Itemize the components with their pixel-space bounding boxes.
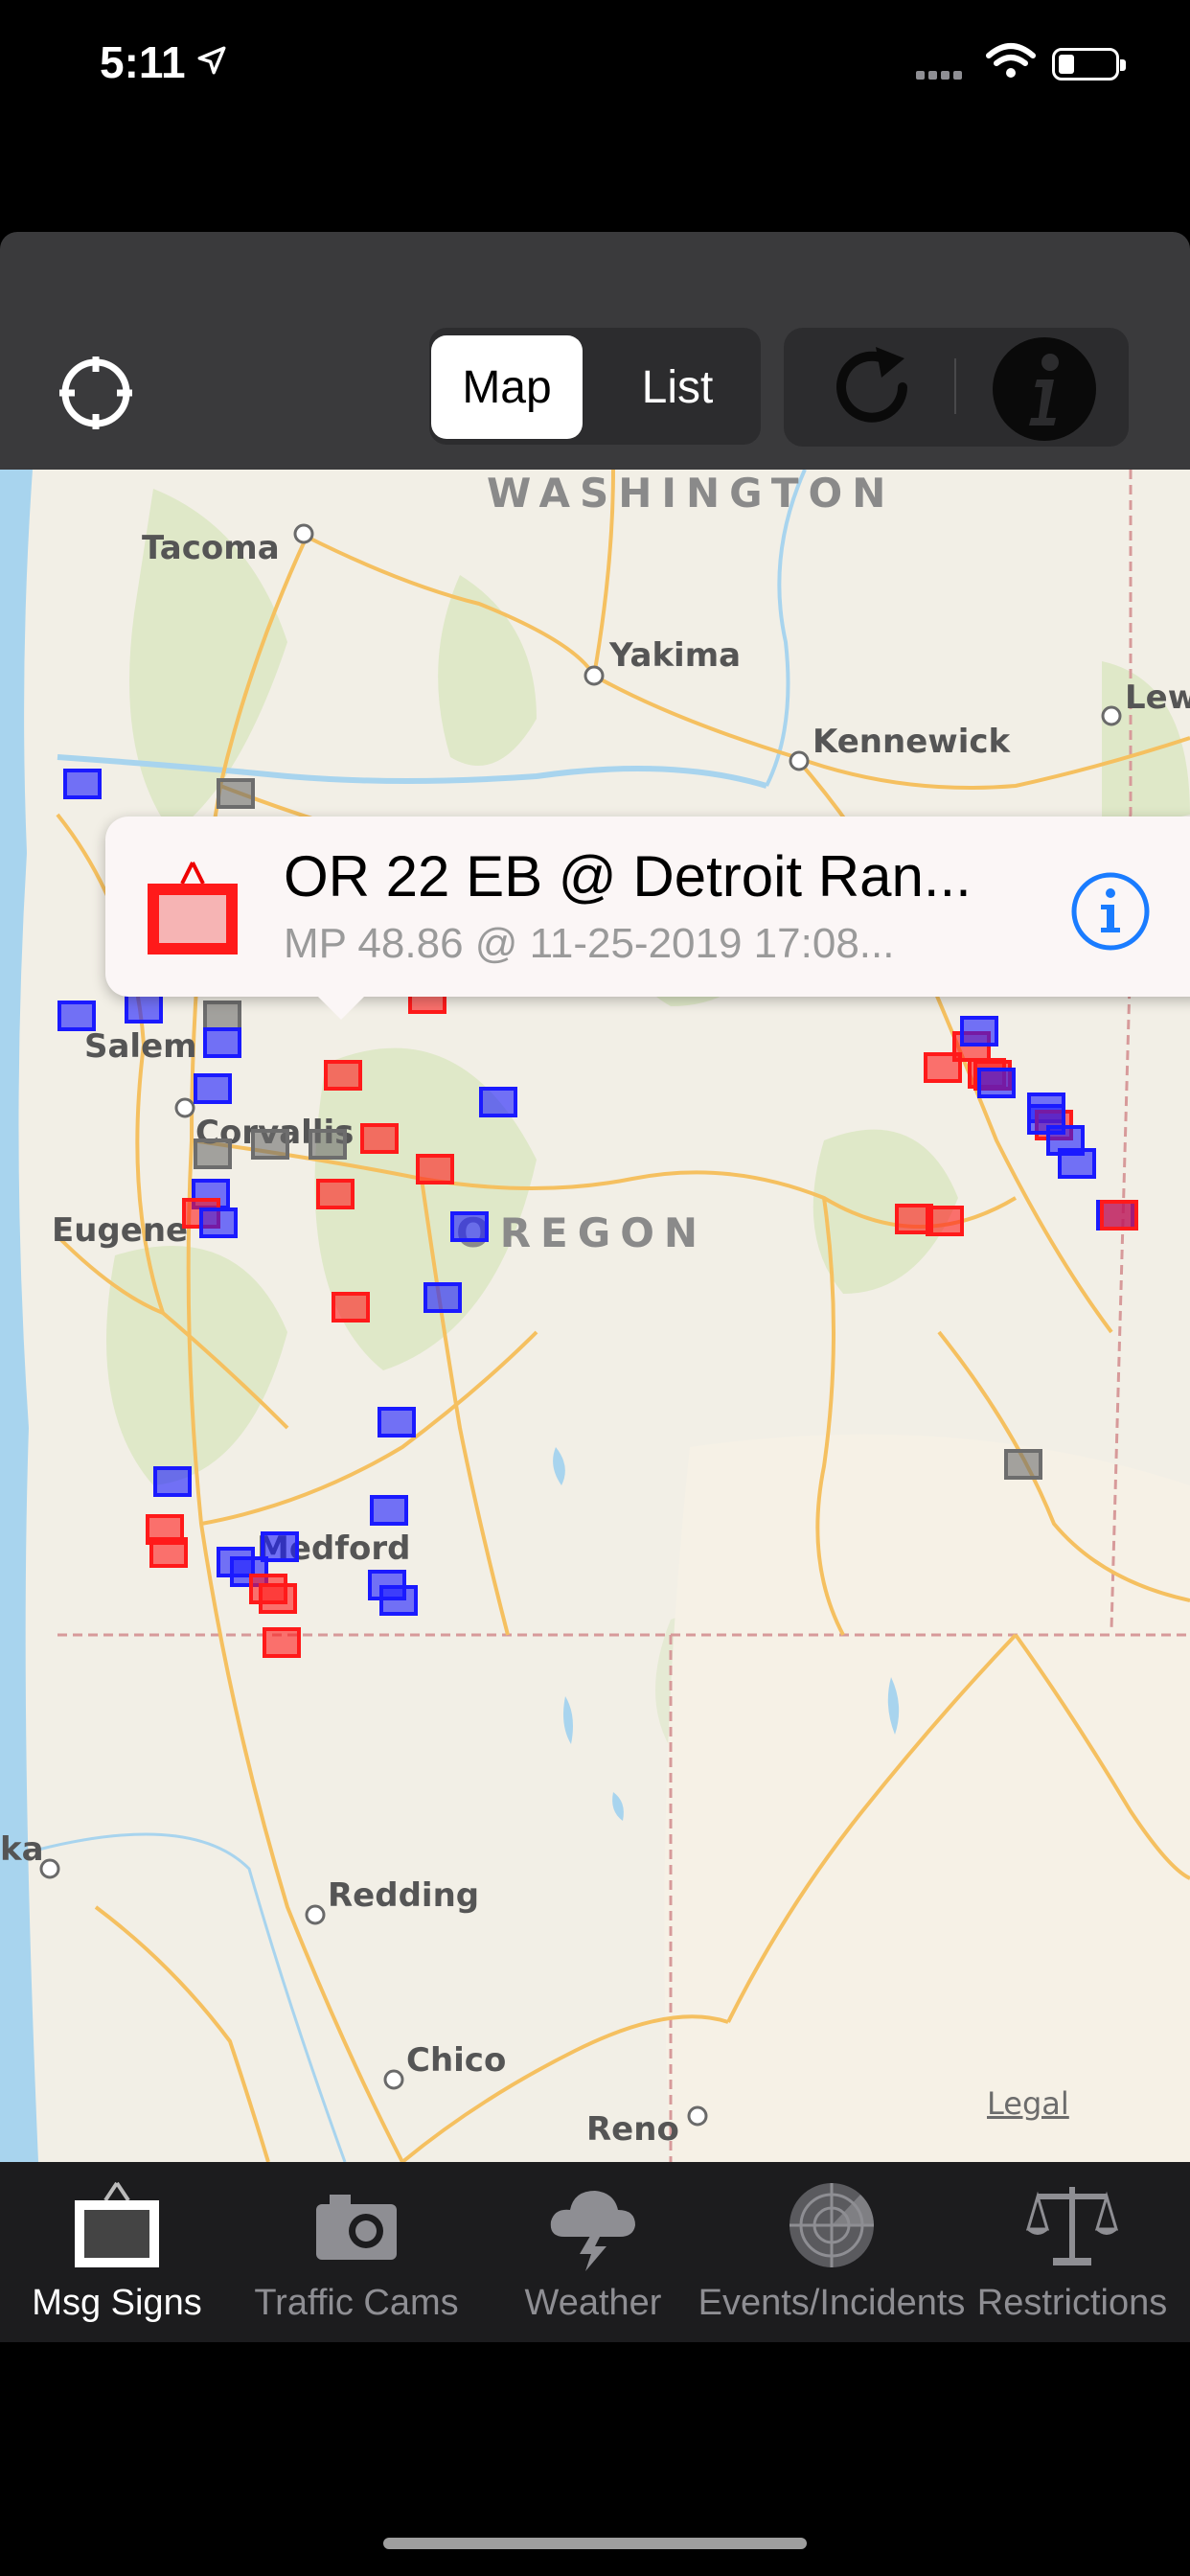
sign-marker[interactable] [1058,1148,1096,1179]
city-label: Salem [84,1027,197,1066]
sign-marker[interactable] [977,1068,1016,1098]
home-indicator [383,2538,807,2549]
toolbar-divider [954,358,956,414]
refresh-icon[interactable] [822,337,922,437]
sign-marker[interactable] [149,1537,188,1568]
sign-marker[interactable] [360,1123,399,1154]
callout-pointer [314,993,368,1020]
city-label: Yakima [609,636,742,675]
camera-icon [316,2195,397,2260]
storm-cloud-icon [550,2191,635,2271]
state-label-oregon: OREGON [456,1209,708,1256]
message-sign-icon [75,2181,159,2267]
segment-map-button[interactable]: Map [431,335,583,439]
info-icon[interactable] [991,335,1098,443]
map-view[interactable]: WASHINGTON OREGON Tacoma Yakima Kennewic… [0,470,1190,2162]
sign-marker[interactable] [251,1129,289,1160]
city-label: Kennewick [812,723,1011,761]
sign-marker[interactable] [125,993,163,1024]
sign-marker[interactable] [324,1060,362,1091]
sign-marker[interactable] [63,769,102,799]
sign-marker[interactable] [203,1027,241,1058]
state-label-washington: WASHINGTON [487,470,896,517]
city-label: Tacoma [142,529,280,567]
sign-marker[interactable] [153,1466,192,1497]
tab-label: Restrictions [976,2283,1168,2323]
sign-marker[interactable] [1100,1200,1138,1230]
battery-icon [1052,48,1126,80]
sign-marker[interactable] [316,1179,355,1209]
legal-link[interactable]: Legal [987,2085,1069,2122]
city-label: Redding [328,1876,480,1915]
tab-restrictions[interactable]: Restrictions [962,2177,1182,2340]
city-label: Eugene [52,1211,189,1250]
tab-label: Traffic Cams [254,2283,459,2323]
sign-marker[interactable] [1027,1104,1065,1135]
city-label: Chico [406,2041,507,2080]
tab-label: Events/Incidents [698,2283,966,2323]
callout-subtitle: MP 48.86 @ 11-25-2019 17:08... [284,920,895,967]
sign-marker[interactable] [194,1138,232,1169]
sign-marker[interactable] [423,1282,462,1313]
sign-marker[interactable] [332,1292,370,1322]
cellular-signal-icon [916,67,966,84]
segment-list-button[interactable]: List [606,335,749,439]
sign-marker[interactable] [217,778,255,809]
city-label: Lew [1125,678,1190,717]
crosshair-icon[interactable] [56,353,136,433]
sign-marker[interactable] [416,1154,454,1184]
sign-marker[interactable] [370,1495,408,1526]
callout-title: OR 22 EB @ Detroit Ran... [284,844,972,908]
sign-marker[interactable] [960,1016,998,1046]
tab-msg-signs[interactable]: Msg Signs [10,2177,224,2340]
sign-marker[interactable] [926,1206,964,1236]
tab-label: Msg Signs [32,2283,202,2323]
city-label: ka [0,1830,44,1869]
sign-marker[interactable] [479,1087,517,1117]
message-sign-icon [148,862,238,954]
info-circle-icon[interactable] [1069,870,1152,953]
sign-marker[interactable] [309,1129,347,1160]
sign-marker[interactable] [194,1073,232,1104]
wifi-icon [986,43,1036,78]
sign-marker[interactable] [263,1627,301,1658]
tab-events-incidents[interactable]: Events/Incidents [698,2177,965,2340]
city-label: Reno [586,2110,679,2149]
sign-marker[interactable] [450,1211,489,1242]
status-time: 5:11 [100,37,186,87]
sign-marker[interactable] [378,1407,416,1438]
tab-label: Weather [524,2283,662,2323]
sign-marker[interactable] [199,1208,238,1238]
sign-marker[interactable] [57,1000,96,1031]
radar-icon [790,2183,874,2267]
tab-weather[interactable]: Weather [492,2177,694,2340]
location-arrow-icon [197,46,226,75]
tab-traffic-cams[interactable]: Traffic Cams [240,2177,473,2340]
sign-marker[interactable] [259,1583,297,1614]
scales-icon [1025,2187,1119,2266]
sign-marker[interactable] [379,1585,418,1616]
sign-marker[interactable] [1004,1449,1042,1480]
